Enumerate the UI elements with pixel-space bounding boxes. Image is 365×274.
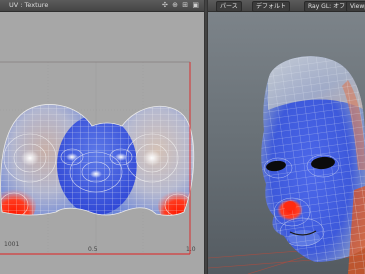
nose-tip [284,201,296,211]
viewport-canvas[interactable] [208,0,365,274]
uv-tile-label: 1001 [4,241,20,248]
uv-axis-label-end: 1.0 [186,246,196,253]
uv-axis-label-mid: 0.5 [88,246,98,253]
uv-canvas[interactable] [0,0,204,274]
viewport-panel[interactable]: パース デフォルト Ray GL: オフ Viewpo [208,0,365,274]
head-mesh[interactable] [248,40,365,274]
uv-editor-panel[interactable]: UV : Texture ✣ ⊕ ⊞ ▣ 1001 0.5 1.0 [0,0,204,274]
uv-island-face[interactable] [0,90,204,230]
